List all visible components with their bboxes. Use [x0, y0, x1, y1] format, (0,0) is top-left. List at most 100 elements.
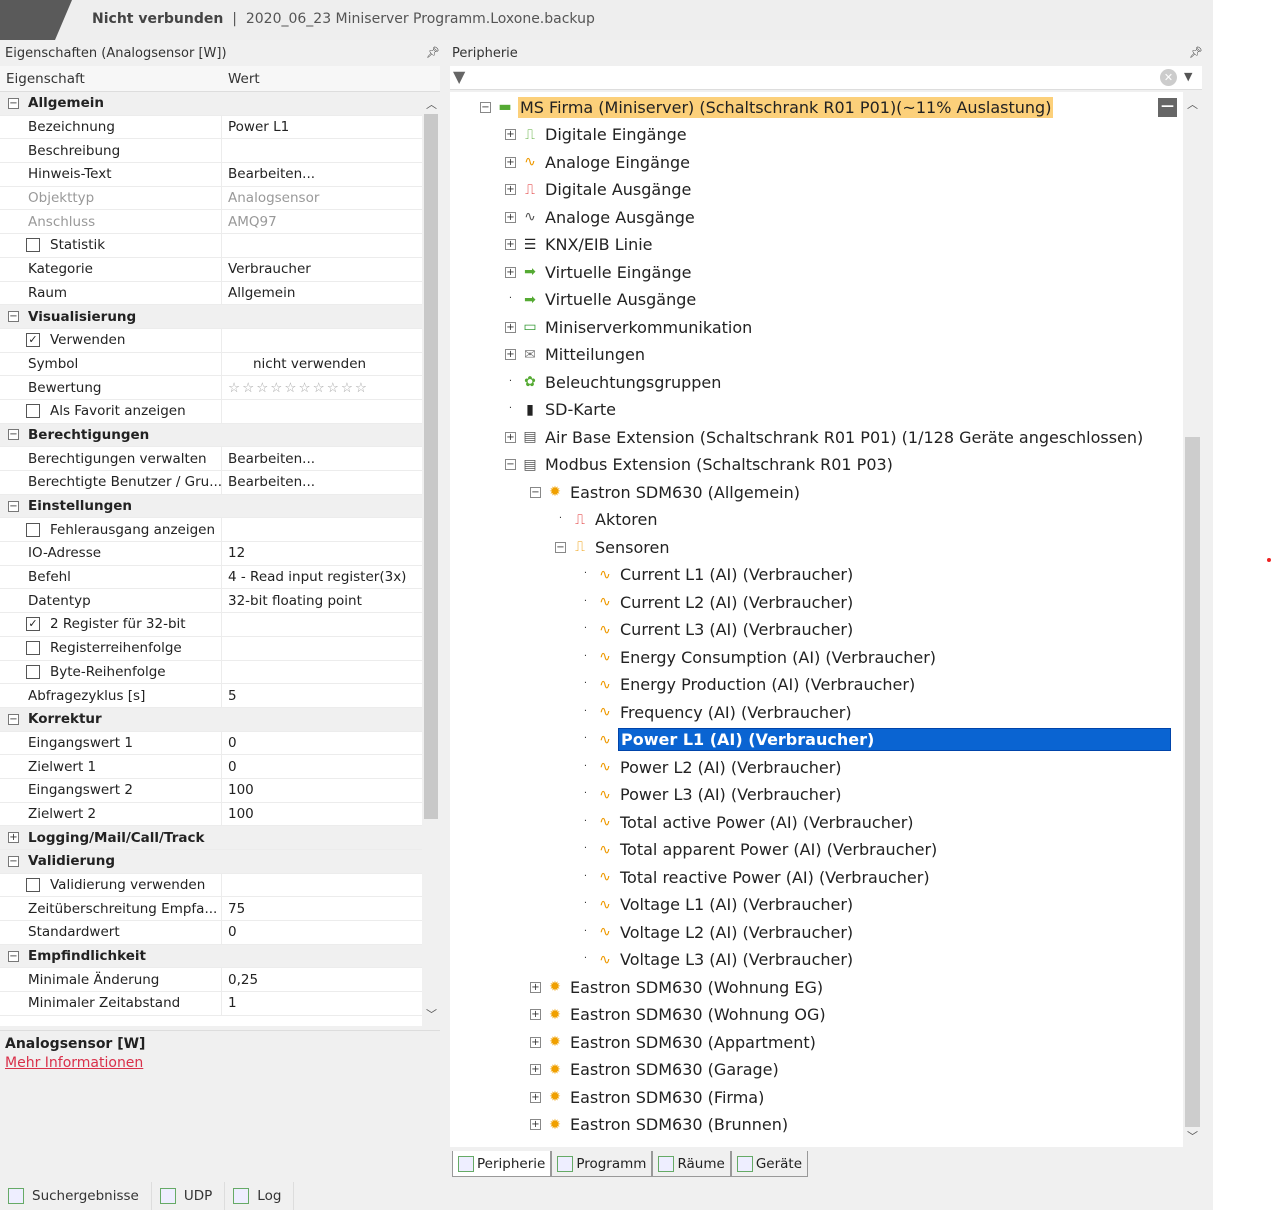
checkbox[interactable]	[26, 664, 40, 679]
expand-icon[interactable]: +	[505, 266, 516, 278]
tree-item[interactable]: + ✹ Eastron SDM630 (Wohnung OG)	[530, 1002, 828, 1028]
tree-item[interactable]: · ∿ Total apparent Power (AI) (Verbraucher…	[580, 837, 939, 863]
property-value[interactable]: 0,25	[222, 972, 258, 988]
tree-item[interactable]: · ∿ Current L1 (AI) (Verbraucher)	[580, 562, 855, 588]
tab-geräte[interactable]: Geräte	[730, 1151, 809, 1177]
property-value[interactable]: 32-bit floating point	[222, 593, 362, 609]
expand-icon[interactable]: +	[530, 981, 541, 993]
property-row[interactable]: Berechtigungen verwalten Bearbeiten...	[0, 447, 422, 471]
collapse-icon[interactable]: −	[8, 500, 19, 512]
expand-icon[interactable]: +	[8, 832, 19, 844]
collapse-icon[interactable]: −	[8, 97, 19, 109]
property-row[interactable]: Anschluss AMQ97	[0, 210, 422, 235]
property-value[interactable]: nicht verwenden	[222, 356, 366, 372]
tree-item[interactable]: + ▭ Miniserverkommunikation	[505, 314, 754, 340]
property-group[interactable]: − Berechtigungen	[0, 423, 422, 448]
scroll-thumb[interactable]	[1185, 437, 1200, 1127]
property-row[interactable]: Byte-Reihenfolge	[0, 660, 422, 685]
expand-icon[interactable]: +	[505, 211, 516, 223]
property-value[interactable]: Bearbeiten...	[222, 166, 315, 182]
tree-item[interactable]: · ➡ Virtuelle Ausgänge	[505, 287, 698, 313]
property-value[interactable]: 75	[222, 901, 245, 917]
collapse-icon[interactable]: −	[8, 855, 19, 867]
property-value[interactable]: 100	[222, 782, 254, 798]
collapse-icon[interactable]: −	[8, 429, 19, 441]
collapse-all-icon[interactable]: —	[1158, 98, 1177, 117]
property-value[interactable]: 1	[222, 995, 237, 1011]
tab-programm[interactable]: Programm	[551, 1151, 653, 1177]
dropdown-arrow-icon[interactable]: ▼	[1184, 70, 1192, 83]
tree-item[interactable]: · ⎍ Aktoren	[555, 507, 659, 533]
property-value[interactable]: 0	[222, 924, 237, 940]
scroll-thumb[interactable]	[424, 114, 438, 819]
property-row[interactable]: Zeitüberschreitung Empfa... 75	[0, 897, 422, 922]
collapse-icon[interactable]: −	[555, 541, 566, 553]
property-row[interactable]: Minimale Änderung 0,25	[0, 968, 422, 993]
property-row[interactable]: Zielwert 1 0	[0, 755, 422, 779]
tree-item[interactable]: · ∿ Voltage L2 (AI) (Verbraucher)	[580, 919, 855, 945]
tree-item[interactable]: + ✹ Eastron SDM630 (Wohnung EG)	[530, 974, 825, 1000]
property-value[interactable]: Power L1	[222, 119, 289, 135]
bottom-tab-log[interactable]: Log	[225, 1182, 295, 1210]
property-row[interactable]: Statistik	[0, 234, 422, 258]
tree-item[interactable]: · ✿ Beleuchtungsgruppen	[505, 369, 723, 395]
property-group[interactable]: − Validierung	[0, 850, 422, 874]
expand-icon[interactable]: +	[505, 431, 516, 443]
checkbox[interactable]	[26, 238, 40, 253]
property-row[interactable]: Befehl 4 - Read input register(3x)	[0, 565, 422, 590]
tree-item[interactable]: + ∿ Analoge Eingänge	[505, 149, 692, 175]
tree-item[interactable]: + ▤ Air Base Extension (Schaltschrank R01 …	[505, 424, 1145, 450]
column-header-value[interactable]: Wert	[222, 66, 266, 91]
property-value[interactable]: 4 - Read input register(3x)	[222, 569, 406, 585]
expand-icon[interactable]: +	[530, 1064, 541, 1075]
collapse-icon[interactable]: −	[8, 950, 19, 962]
property-group[interactable]: − Einstellungen	[0, 494, 422, 519]
tree-item[interactable]: + ➡ Virtuelle Eingänge	[505, 259, 694, 285]
property-row[interactable]: Berechtigte Benutzer / Gru... Bearbeiten.…	[0, 471, 422, 495]
property-row[interactable]: IO-Adresse 12	[0, 542, 422, 566]
property-value[interactable]: Allgemein	[222, 285, 295, 301]
tree-item[interactable]: · ∿ Current L2 (AI) (Verbraucher)	[580, 589, 855, 615]
expand-icon[interactable]: +	[530, 1036, 541, 1048]
tree-item[interactable]: · ∿ Power L2 (AI) (Verbraucher)	[580, 754, 844, 780]
property-group[interactable]: + Logging/Mail/Call/Track	[0, 826, 422, 850]
tree-item[interactable]: + ⎍ Digitale Eingänge	[505, 122, 689, 148]
collapse-icon[interactable]: −	[480, 101, 491, 113]
scroll-down-icon[interactable]: ﹀	[426, 1006, 437, 1022]
tree-item[interactable]: · ∿ Energy Consumption (AI) (Verbraucher)	[580, 644, 938, 670]
collapse-icon[interactable]: −	[530, 486, 541, 498]
checkbox[interactable]: ✓	[26, 333, 40, 348]
bottom-tab-suchergebnisse[interactable]: Suchergebnisse	[0, 1182, 152, 1210]
tree-item[interactable]: − ✹ Eastron SDM630 (Allgemein)	[530, 479, 802, 505]
property-row[interactable]: ✓ 2 Register für 32-bit	[0, 613, 422, 637]
property-row[interactable]: Beschreibung	[0, 139, 422, 164]
checkbox[interactable]: ✓	[26, 617, 40, 632]
tree-item[interactable]: · ∿ Current L3 (AI) (Verbraucher)	[580, 617, 855, 643]
scroll-up-icon[interactable]: ︿	[1187, 96, 1198, 112]
checkbox[interactable]	[26, 641, 40, 656]
filter-icon[interactable]: ▼	[453, 67, 465, 86]
property-value[interactable]: 0	[222, 759, 237, 775]
property-row[interactable]: Hinweis-Text Bearbeiten...	[0, 163, 422, 187]
property-row[interactable]: Registerreihenfolge	[0, 636, 422, 661]
property-row[interactable]: Validierung verwenden	[0, 873, 422, 898]
property-row[interactable]: Abfragezyklus [s] 5	[0, 684, 422, 708]
tree-item[interactable]: · ∿ Power L3 (AI) (Verbraucher)	[580, 782, 844, 808]
collapse-icon[interactable]: −	[8, 311, 19, 323]
scroll-down-icon[interactable]: ﹀	[1187, 1128, 1198, 1144]
property-row[interactable]: Kategorie Verbraucher	[0, 257, 422, 282]
tree-item[interactable]: · ∿ Total reactive Power (AI) (Verbraucher…	[580, 864, 932, 890]
expand-icon[interactable]: +	[505, 321, 516, 333]
property-row[interactable]: Als Favorit anzeigen	[0, 399, 422, 424]
property-row[interactable]: Eingangswert 2 100	[0, 778, 422, 803]
property-group[interactable]: − Empfindlichkeit	[0, 944, 422, 969]
collapse-icon[interactable]: −	[505, 459, 516, 470]
property-row[interactable]: Symbol nicht verwenden	[0, 352, 422, 377]
property-row[interactable]: Standardwert 0	[0, 921, 422, 945]
expand-icon[interactable]: +	[505, 129, 516, 140]
property-row[interactable]: Objekttyp Analogsensor	[0, 186, 422, 211]
more-info-link[interactable]: Mehr Informationen	[5, 1055, 435, 1071]
property-value[interactable]: Bearbeiten...	[222, 474, 315, 490]
expand-icon[interactable]: +	[530, 1091, 541, 1103]
tree-item[interactable]: + ☰ KNX/EIB Linie	[505, 232, 655, 258]
